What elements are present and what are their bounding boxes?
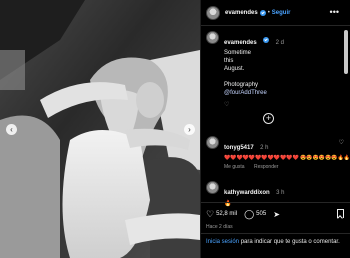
comment-likes-button[interactable]: Me gusta: [224, 164, 245, 170]
caption-line: August.: [224, 66, 245, 72]
post-header: evamendes • Seguir •••: [201, 0, 350, 26]
comment-item: tonyg5417 2 h ❤️❤️❤️❤️❤️❤️❤️❤️❤️❤️❤️❤️ 😍…: [206, 136, 350, 170]
comment-time: 2 h: [260, 145, 269, 151]
login-prompt: Inicia sesión para indicar que te gusta …: [206, 238, 346, 246]
load-more-comments-icon[interactable]: +: [263, 113, 274, 124]
commenter-avatar[interactable]: [206, 181, 219, 194]
commenter-username[interactable]: tonyg5417: [224, 145, 254, 151]
separator-dot: •: [267, 9, 270, 16]
caption-line: this: [224, 58, 234, 64]
caption-username[interactable]: evamendes: [224, 40, 257, 46]
photo-illustration: [0, 0, 200, 258]
likes-count[interactable]: 52,8 mil: [216, 211, 237, 217]
comment-item: kathywarddixon 3 h 🔥: [206, 181, 346, 207]
caption-time: 2 d: [275, 40, 284, 46]
caption-like-icon[interactable]: ♡: [224, 101, 284, 108]
photographer-link[interactable]: @fourAddThree: [224, 89, 284, 97]
author-avatar[interactable]: [206, 5, 220, 20]
caption-photography-label: Photography: [224, 82, 259, 88]
save-icon[interactable]: [337, 209, 344, 218]
divider: [201, 202, 350, 203]
follow-button[interactable]: Seguir: [272, 10, 291, 16]
post-side-panel: evamendes • Seguir ••• evamendes 2 d Som…: [200, 0, 350, 258]
previous-image-button[interactable]: ‹: [6, 124, 17, 135]
caption-line: Sometime: [224, 50, 252, 56]
comment-text: ❤️❤️❤️❤️❤️❤️❤️❤️❤️❤️❤️❤️ 😍😍😍😍😍😍🔥🔥: [224, 155, 350, 161]
comment-like-icon[interactable]: ♡: [339, 139, 344, 146]
post-actions: ♡ 52,8 mil ◯ 505 ➤: [206, 208, 346, 220]
commenter-username[interactable]: kathywarddixon: [224, 190, 270, 196]
divider: [201, 233, 350, 234]
author-username[interactable]: evamendes: [225, 10, 258, 16]
comments-count: 505: [256, 211, 267, 217]
share-icon[interactable]: ➤: [273, 210, 280, 219]
scrollbar[interactable]: [344, 30, 348, 74]
comment-time: 3 h: [276, 190, 285, 196]
comment-reply-button[interactable]: Responder: [254, 164, 278, 170]
post-caption: evamendes 2 d Sometime this August. Phot…: [206, 31, 336, 108]
verified-badge-icon: [263, 36, 270, 43]
login-prompt-text: para indicar que te gusta o comentar.: [239, 239, 340, 245]
post-age: Hace 2 días: [206, 224, 233, 230]
post-photo[interactable]: ‹ ›: [0, 0, 200, 258]
comment-icon[interactable]: ◯: [244, 209, 254, 220]
more-options-icon[interactable]: •••: [330, 7, 339, 17]
login-link[interactable]: Inicia sesión: [206, 239, 239, 245]
next-image-button[interactable]: ›: [184, 124, 195, 135]
commenter-avatar[interactable]: [206, 136, 219, 149]
like-icon[interactable]: ♡: [206, 209, 214, 220]
verified-badge-icon: [259, 9, 266, 16]
caption-avatar[interactable]: [206, 31, 219, 44]
